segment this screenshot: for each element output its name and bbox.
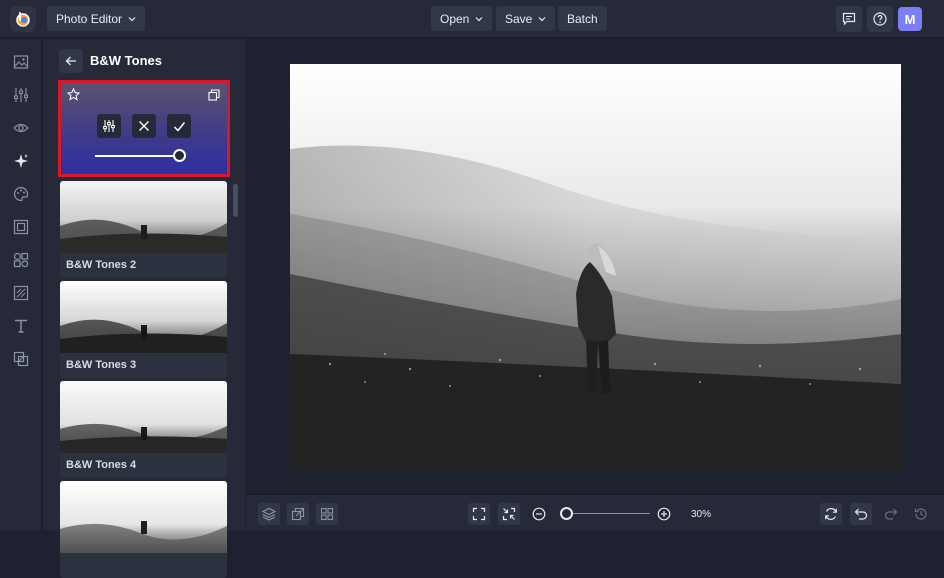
adjustments-icon: [14, 88, 28, 102]
undo-button[interactable]: [850, 503, 872, 525]
favorite-button[interactable]: [67, 88, 80, 101]
bottom-toolbar: 30%: [246, 494, 944, 530]
fit-to-screen-button[interactable]: [468, 503, 490, 525]
preset-thumbnail: [60, 281, 227, 353]
rail-effects-button[interactable]: [12, 152, 30, 170]
panel-scrollbar[interactable]: [233, 184, 238, 217]
shapes-icon: [13, 252, 29, 268]
avatar-initial: M: [904, 11, 916, 27]
rail-frames-button[interactable]: [12, 218, 30, 236]
zoom-slider-handle[interactable]: [559, 507, 573, 520]
zoom-in-icon: [657, 507, 671, 521]
tool-rail: [0, 39, 42, 530]
compare-button[interactable]: [208, 89, 220, 101]
editor-canvas[interactable]: [246, 39, 944, 494]
sliders-icon: [103, 120, 115, 132]
intensity-slider-track[interactable]: [95, 155, 179, 157]
history-button[interactable]: [910, 503, 932, 525]
preset-bw-tones-2[interactable]: B&W Tones 2: [60, 181, 227, 278]
apply-preset-button[interactable]: [167, 114, 191, 138]
star-icon: [67, 88, 80, 101]
text-icon: [15, 319, 27, 333]
refresh-icon: [825, 508, 837, 520]
transform-icon: [291, 507, 305, 521]
top-bar: Photo Editor Open Save Batch M: [0, 0, 944, 38]
preset-settings-button[interactable]: [97, 114, 121, 138]
preset-bw-tones-3[interactable]: B&W Tones 3: [60, 281, 227, 378]
app-logo-icon[interactable]: [10, 6, 36, 32]
preset-bw-tones-4[interactable]: B&W Tones 4: [60, 381, 227, 478]
batch-label: Batch: [567, 11, 598, 26]
palette-icon: [13, 186, 29, 202]
eye-icon: [13, 123, 29, 133]
open-label: Open: [440, 11, 470, 26]
cancel-preset-button[interactable]: [132, 114, 156, 138]
refresh-button[interactable]: [820, 503, 842, 525]
expand-icon: [472, 507, 486, 521]
preset-thumbnail: [60, 181, 227, 253]
preset-label: B&W Tones 3: [66, 359, 137, 371]
preset-label: B&W Tones 4: [66, 459, 137, 471]
preset-thumbnail: [60, 481, 227, 553]
copy-icon: [208, 89, 220, 101]
save-label: Save: [505, 11, 533, 26]
effects-panel: B&W Tones B&W Tones 2 B&W Tones 3 B&W To…: [43, 39, 245, 578]
active-preset-card: [58, 80, 230, 177]
photo-image: [290, 64, 901, 470]
arrow-left-icon: [65, 56, 76, 66]
zoom-out-icon: [532, 507, 546, 521]
zoom-slider-track[interactable]: [562, 513, 650, 514]
redo-icon: [884, 508, 898, 520]
effects-icon: [14, 154, 28, 168]
frame-icon: [13, 219, 29, 235]
feedback-button[interactable]: [836, 6, 862, 32]
save-button[interactable]: Save: [496, 6, 556, 31]
zoom-in-button[interactable]: [653, 503, 675, 525]
grid-button[interactable]: [316, 503, 338, 525]
rail-text-button[interactable]: [12, 317, 30, 335]
rail-view-button[interactable]: [12, 119, 30, 137]
preset-thumbnail: [60, 381, 227, 453]
zoom-out-button[interactable]: [528, 503, 550, 525]
zoom-level[interactable]: 30%: [682, 504, 720, 524]
chevron-down-icon: [128, 16, 136, 21]
rail-graphics-button[interactable]: [12, 251, 30, 269]
overlay-icon: [13, 285, 29, 301]
rail-artsy-button[interactable]: [12, 185, 30, 203]
help-button[interactable]: [867, 6, 893, 32]
user-avatar[interactable]: M: [898, 7, 922, 31]
undo-icon: [854, 508, 868, 520]
history-icon: [914, 508, 927, 520]
actual-size-button[interactable]: [498, 503, 520, 525]
grid-icon: [321, 508, 333, 520]
photo-editor-menu-button[interactable]: Photo Editor: [47, 6, 146, 31]
layers-button[interactable]: [258, 503, 280, 525]
close-icon: [139, 121, 149, 131]
redo-button[interactable]: [880, 503, 902, 525]
rail-image-button[interactable]: [12, 53, 30, 71]
photo-editor-menu-label: Photo Editor: [56, 11, 123, 26]
back-button[interactable]: [59, 49, 83, 73]
intensity-slider-handle[interactable]: [172, 149, 186, 162]
batch-button[interactable]: Batch: [558, 6, 607, 31]
check-icon: [173, 121, 185, 132]
rail-overlays-button[interactable]: [12, 284, 30, 302]
image-icon: [13, 55, 29, 69]
crop-ratio-button[interactable]: [287, 503, 309, 525]
panel-title: B&W Tones: [90, 53, 162, 68]
layers-icon: [262, 507, 276, 521]
rail-adjustments-button[interactable]: [12, 86, 30, 104]
chat-icon: [842, 12, 856, 26]
open-button[interactable]: Open: [431, 6, 493, 31]
preset-label: B&W Tones 2: [66, 259, 137, 271]
help-icon: [873, 12, 887, 26]
chevron-down-icon: [538, 16, 546, 21]
rail-background-button[interactable]: [12, 350, 30, 368]
background-icon: [13, 351, 29, 367]
chevron-down-icon: [475, 16, 483, 21]
collapse-icon: [502, 507, 516, 521]
